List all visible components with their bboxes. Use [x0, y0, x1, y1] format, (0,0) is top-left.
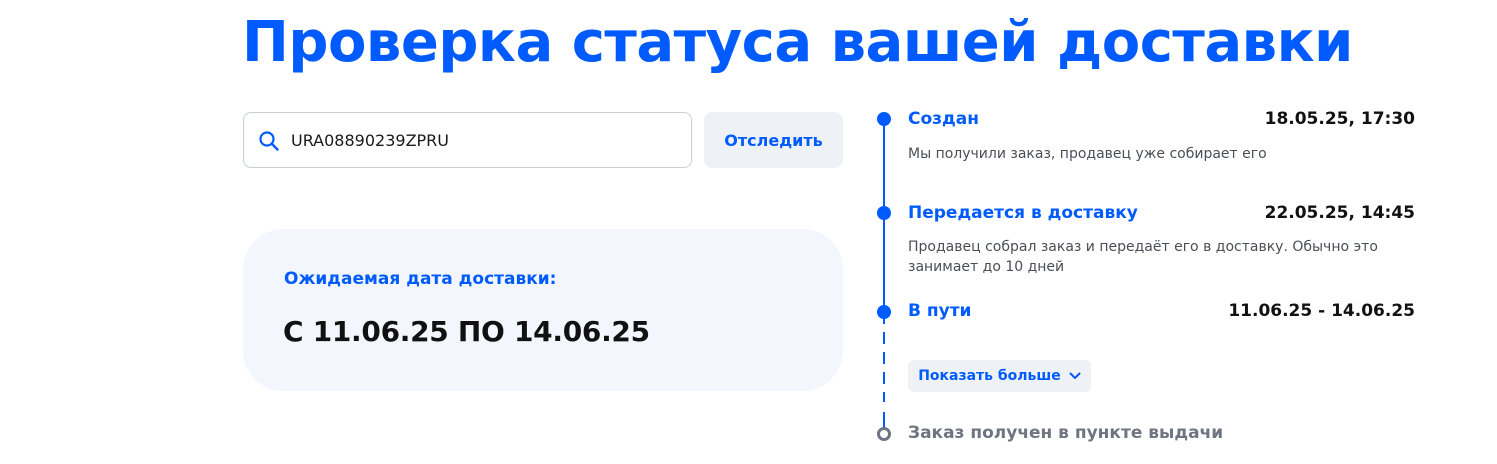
tracking-search-box[interactable] — [243, 112, 692, 168]
expected-delivery-label: Ожидаемая дата доставки: — [284, 269, 557, 289]
expected-delivery-range: С 11.06.25 ПО 14.06.25 — [283, 315, 650, 348]
search-icon — [259, 131, 279, 151]
show-more-label: Показать больше — [918, 368, 1061, 384]
timeline-dot-in-transit — [877, 305, 891, 319]
expected-delivery-card: Ожидаемая дата доставки: С 11.06.25 ПО 1… — [243, 229, 843, 391]
delivery-timeline: Создан 18.05.25, 17:30 Мы получили заказ… — [870, 100, 1430, 464]
track-button[interactable]: Отследить — [704, 112, 843, 168]
chevron-down-icon — [1069, 372, 1081, 379]
step-title-received: Заказ получен в пункте выдачи — [908, 423, 1224, 443]
step-title-in-transit: В пути — [908, 301, 972, 321]
timeline-dot-received — [877, 427, 891, 441]
timeline-line-dashed — [883, 312, 885, 402]
step-title-handover: Передается в доставку — [908, 203, 1138, 223]
timeline-dot-created — [877, 112, 891, 126]
step-date-handover: 22.05.25, 14:45 — [1264, 203, 1415, 223]
page-title: Проверка статуса вашей доставки — [242, 10, 1353, 75]
step-title-created: Создан — [908, 109, 979, 129]
timeline-dot-handover — [877, 206, 891, 220]
timeline-line-end — [883, 412, 885, 428]
show-more-button[interactable]: Показать больше — [908, 360, 1091, 392]
tracking-number-input[interactable] — [291, 114, 681, 166]
step-desc-handover: Продавец собрал заказ и передаёт его в д… — [908, 239, 1378, 275]
step-date-created: 18.05.25, 17:30 — [1264, 109, 1415, 129]
step-desc-created: Мы получили заказ, продавец уже собирает… — [908, 146, 1267, 162]
step-date-in-transit: 11.06.25 - 14.06.25 — [1228, 301, 1415, 321]
page: Проверка статуса вашей доставки Отследит… — [0, 0, 1497, 464]
